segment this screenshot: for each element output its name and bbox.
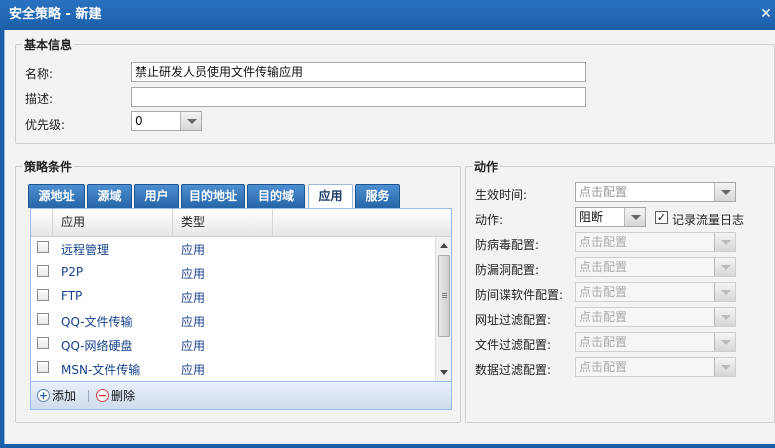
row-application-name: QQ-文件传输: [61, 315, 133, 329]
tab-source-address[interactable]: 源地址: [28, 184, 85, 208]
table-row[interactable]: MSN-文件传输 应用: [31, 357, 435, 381]
scroll-down-icon[interactable]: [440, 370, 448, 375]
row-application-name: MSN-文件传输: [61, 363, 141, 377]
row-checkbox[interactable]: [37, 313, 49, 325]
file-filter-select[interactable]: 点击配置: [575, 332, 736, 352]
chevron-down-icon[interactable]: [714, 183, 735, 201]
effective-time-label: 生效时间:: [475, 188, 528, 202]
action-select[interactable]: 阻断: [575, 207, 646, 227]
window-titlebar: 安全策略 - 新建 ✕: [0, 0, 775, 30]
basic-info-legend: 基本信息: [24, 38, 73, 52]
row-type: 应用: [181, 363, 206, 377]
delete-button[interactable]: − 删除: [96, 388, 146, 404]
row-checkbox[interactable]: [37, 241, 49, 253]
table-row[interactable]: P2P 应用: [31, 261, 435, 285]
antivirus-label: 防病毒配置:: [475, 238, 540, 252]
chevron-down-icon[interactable]: [714, 233, 735, 251]
window-title: 安全策略 - 新建: [9, 7, 102, 22]
chevron-down-icon[interactable]: [714, 333, 735, 351]
vulnerability-label: 防漏洞配置:: [475, 263, 540, 277]
tab-destination-address[interactable]: 目的地址: [181, 184, 245, 208]
add-icon: +: [37, 389, 50, 402]
priority-select[interactable]: 0: [131, 111, 202, 131]
tab-application[interactable]: 应用: [308, 184, 353, 209]
chevron-down-icon[interactable]: [624, 208, 645, 226]
spyware-value: 点击配置: [579, 285, 628, 299]
row-application-name: QQ-网络硬盘: [61, 339, 133, 353]
file-filter-value: 点击配置: [579, 335, 628, 349]
chevron-down-icon[interactable]: [714, 358, 735, 376]
dialog-body: 基本信息 名称: 禁止研发人员使用文件传输应用 描述: 优先级: 0 策略条件 …: [4, 30, 775, 444]
name-label: 名称:: [25, 67, 54, 81]
row-type: 应用: [181, 291, 206, 305]
table-row[interactable]: QQ-文件传输 应用: [31, 309, 435, 333]
log-traffic-label: 记录流量日志: [672, 213, 745, 227]
effective-time-value: 点击配置: [579, 185, 628, 199]
data-filter-select[interactable]: 点击配置: [575, 357, 736, 377]
conditions-legend: 策略条件: [24, 160, 73, 174]
action-value: 阻断: [579, 210, 604, 224]
tab-service[interactable]: 服务: [355, 184, 400, 208]
tab-user[interactable]: 用户: [134, 184, 179, 208]
row-type: 应用: [181, 339, 206, 353]
close-icon[interactable]: ✕: [759, 7, 773, 21]
tab-source-zone[interactable]: 源域: [87, 184, 132, 208]
grid-scrollbar[interactable]: [435, 237, 451, 381]
chevron-down-icon[interactable]: [714, 258, 735, 276]
delete-button-label: 删除: [111, 389, 136, 403]
spyware-label: 防间谍软件配置:: [475, 288, 564, 302]
row-type: 应用: [181, 315, 206, 329]
antivirus-value: 点击配置: [579, 235, 628, 249]
add-button[interactable]: + 添加: [37, 388, 85, 404]
scroll-up-icon[interactable]: [440, 243, 448, 248]
grid-header: 应用 类型: [31, 209, 451, 237]
vulnerability-value: 点击配置: [579, 260, 628, 274]
row-checkbox[interactable]: [37, 361, 49, 373]
application-grid: 应用 类型 远程管理 应用 P2P 应用 FTP 应用 QQ-文件传输 应用 Q…: [30, 208, 452, 410]
table-row[interactable]: 远程管理 应用: [31, 237, 435, 261]
vulnerability-select[interactable]: 点击配置: [575, 257, 736, 277]
priority-value: 0: [135, 114, 143, 128]
row-application-name: P2P: [61, 265, 84, 279]
action-legend: 动作: [474, 160, 499, 174]
url-filter-select[interactable]: 点击配置: [575, 307, 736, 327]
row-type: 应用: [181, 243, 206, 257]
spyware-select[interactable]: 点击配置: [575, 282, 736, 302]
row-checkbox[interactable]: [37, 265, 49, 277]
name-input[interactable]: 禁止研发人员使用文件传输应用: [131, 62, 586, 82]
url-filter-label: 网址过滤配置:: [475, 313, 552, 327]
row-application-name: FTP: [61, 289, 83, 303]
grip-icon: [442, 293, 447, 294]
row-checkbox[interactable]: [37, 289, 49, 301]
file-filter-label: 文件过滤配置:: [475, 338, 552, 352]
chevron-down-icon[interactable]: [180, 112, 201, 130]
action-label: 动作:: [475, 213, 504, 227]
add-button-label: 添加: [52, 389, 77, 403]
priority-label: 优先级:: [25, 118, 66, 132]
description-label: 描述:: [25, 92, 54, 106]
data-filter-label: 数据过滤配置:: [475, 363, 552, 377]
grid-toolbar: + 添加 − 删除: [31, 381, 451, 409]
delete-icon: −: [96, 389, 109, 402]
data-filter-value: 点击配置: [579, 360, 628, 374]
header-checkbox-cell: [31, 209, 53, 236]
log-traffic-checkbox[interactable]: ✓: [655, 211, 668, 224]
row-checkbox[interactable]: [37, 337, 49, 349]
column-header-application[interactable]: 应用: [53, 209, 173, 236]
toolbar-separator: [88, 390, 89, 402]
grid-body: 远程管理 应用 P2P 应用 FTP 应用 QQ-文件传输 应用 QQ-网络硬盘: [31, 237, 435, 381]
effective-time-select[interactable]: 点击配置: [575, 182, 736, 202]
table-row[interactable]: FTP 应用: [31, 285, 435, 309]
chevron-down-icon[interactable]: [714, 283, 735, 301]
column-header-type[interactable]: 类型: [173, 209, 273, 236]
chevron-down-icon[interactable]: [714, 308, 735, 326]
table-row[interactable]: QQ-网络硬盘 应用: [31, 333, 435, 357]
url-filter-value: 点击配置: [579, 310, 628, 324]
antivirus-select[interactable]: 点击配置: [575, 232, 736, 252]
row-type: 应用: [181, 267, 206, 281]
description-input[interactable]: [131, 87, 586, 107]
scrollbar-thumb[interactable]: [438, 255, 450, 337]
row-application-name: 远程管理: [61, 243, 110, 257]
tab-destination-zone[interactable]: 目的域: [247, 184, 305, 208]
